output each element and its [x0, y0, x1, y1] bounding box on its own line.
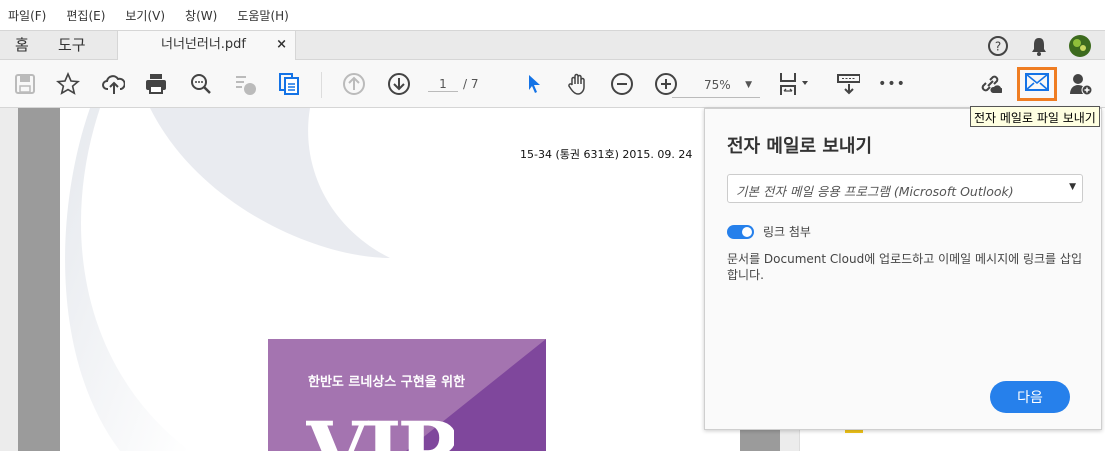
send-email-panel: 전자 메일로 보내기 기본 전자 메일 응용 프로그램 (Microsoft O…	[704, 108, 1102, 430]
menu-view[interactable]: 보기(V)	[125, 7, 165, 24]
more-tools-button[interactable]: •••	[878, 72, 905, 96]
cover-title: VIP	[306, 409, 454, 451]
avatar[interactable]	[1068, 31, 1092, 60]
organize-pages-icon[interactable]	[277, 72, 301, 96]
menu-help[interactable]: 도움말(H)	[237, 7, 289, 24]
panel-description: 문서를 Document Cloud에 업로드하고 이메일 메시지에 링크를 삽…	[727, 252, 1082, 282]
send-email-button[interactable]	[1017, 67, 1057, 101]
tab-document-label: 너너넌러너.pdf	[161, 37, 247, 52]
add-user-icon[interactable]	[1068, 72, 1092, 96]
menu-bar: 파일(F) 편집(E) 보기(V) 창(W) 도움말(H)	[0, 0, 1105, 30]
menu-file[interactable]: 파일(F)	[8, 7, 46, 24]
fit-page-icon[interactable]	[778, 72, 814, 96]
scroll-mode-icon[interactable]	[836, 72, 860, 96]
close-tab-button[interactable]: ×	[276, 31, 287, 59]
zoom-select[interactable]: 75% ▼	[672, 76, 760, 98]
envelope-icon	[1025, 73, 1049, 95]
email-app-select[interactable]: 기본 전자 메일 응용 프로그램 (Microsoft Outlook) ▼	[727, 174, 1083, 203]
tooltip: 전자 메일로 파일 보내기	[970, 106, 1100, 127]
left-panel-toggle[interactable]	[0, 108, 18, 451]
issue-number: 15-34 (통권 631호) 2015. 09. 24	[520, 148, 693, 161]
zoom-out-icon[interactable]	[610, 72, 634, 96]
page-gutter	[18, 108, 60, 451]
tab-tools[interactable]: 도구	[58, 31, 86, 60]
tab-bar: 홈 도구 너너넌러너.pdf × ?	[0, 30, 1105, 60]
help-icon[interactable]: ?	[987, 31, 1009, 60]
touch-reading-icon[interactable]	[233, 72, 257, 96]
share-link-icon[interactable]	[978, 72, 1002, 96]
attach-link-toggle[interactable]	[727, 225, 754, 239]
upload-cloud-icon[interactable]	[101, 72, 125, 96]
print-icon[interactable]	[144, 72, 168, 96]
toolbar: 1 / 7 75% ▼ •••	[0, 60, 1105, 108]
toolbar-divider	[321, 72, 322, 98]
search-icon[interactable]	[189, 72, 213, 96]
hand-tool-icon[interactable]	[566, 72, 590, 96]
select-cursor-icon[interactable]	[522, 72, 546, 96]
tab-document[interactable]: 너너넌러너.pdf ×	[117, 31, 296, 60]
tab-home[interactable]: 홈	[15, 31, 29, 60]
page-total: / 7	[463, 77, 479, 91]
menu-window[interactable]: 창(W)	[185, 7, 217, 24]
next-page-icon[interactable]	[387, 72, 411, 96]
menu-edit[interactable]: 편집(E)	[66, 7, 105, 24]
chevron-down-icon: ▼	[1069, 182, 1076, 192]
svg-text:?: ?	[995, 39, 1001, 53]
zoom-value: 75%	[704, 78, 731, 92]
attach-link-label: 링크 첨부	[763, 225, 811, 239]
cover-box: 한반도 르네상스 구현을 위한 VIP	[268, 339, 546, 451]
bell-icon[interactable]	[1030, 31, 1048, 60]
previous-page-icon[interactable]	[342, 72, 366, 96]
star-icon[interactable]	[56, 72, 80, 96]
cover-subtitle: 한반도 르네상스 구현을 위한	[308, 375, 466, 390]
save-icon[interactable]	[13, 72, 37, 96]
pdf-page: 15-34 (통권 631호) 2015. 09. 24 한반도 르네상스 구현…	[60, 108, 740, 451]
chevron-down-icon: ▼	[745, 80, 752, 90]
next-button[interactable]: 다음	[990, 381, 1070, 413]
email-app-value: 기본 전자 메일 응용 프로그램 (Microsoft Outlook)	[736, 184, 1014, 199]
panel-title: 전자 메일로 보내기	[727, 136, 873, 157]
page-number-input[interactable]: 1	[428, 77, 458, 92]
